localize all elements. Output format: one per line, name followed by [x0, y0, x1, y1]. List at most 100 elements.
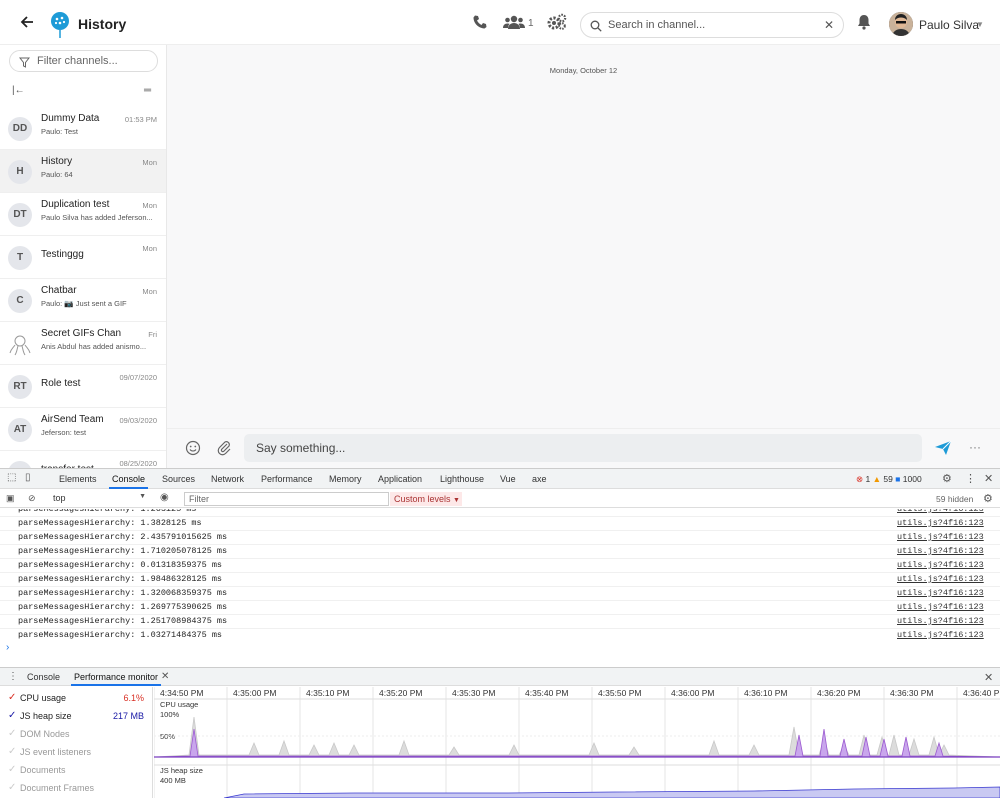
close-devtools-icon[interactable]: ✕ [984, 472, 993, 485]
drawer-tab-performance-monitor[interactable]: Performance monitor [70, 672, 162, 686]
channel-search[interactable]: ✕ [580, 12, 844, 38]
channel-item[interactable]: AT AirSend Team Jeferson: test 09/03/2020 [0, 408, 166, 451]
devtools-tab-sources[interactable]: Sources [162, 474, 195, 484]
perf-metric[interactable]: ✓ DOM Nodes [8, 728, 148, 744]
inspect-element-icon[interactable]: ⬚ [7, 472, 16, 483]
log-source-link[interactable]: utils.js?4f16:123 [897, 616, 984, 626]
user-name[interactable]: Paulo Silva [919, 18, 979, 32]
bell-icon[interactable] [857, 14, 871, 35]
log-source-link[interactable]: utils.js?4f16:123 [897, 560, 984, 570]
channel-item[interactable]: RT Role test 09/07/2020 [0, 365, 166, 408]
checkmark-icon[interactable]: ✓ [8, 728, 16, 739]
log-source-link[interactable]: utils.js?4f16:123 [897, 532, 984, 542]
devtools-tab-memory[interactable]: Memory [329, 474, 362, 484]
channel-item[interactable]: T Testinggg Mon [0, 236, 166, 279]
close-tab-icon[interactable]: ✕ [161, 671, 169, 682]
checkmark-icon[interactable]: ✓ [8, 692, 16, 703]
channel-name: Role test [41, 378, 81, 389]
clear-console-icon[interactable]: ⊘ [28, 493, 36, 504]
devtools-tab-network[interactable]: Network [211, 474, 244, 484]
settings-gears-icon[interactable] [547, 13, 567, 36]
time-label: 4:36:00 PM [671, 688, 714, 698]
context-select[interactable]: top ▼ [47, 492, 151, 505]
gear-icon[interactable]: ⚙ [942, 472, 952, 485]
devtools-tab-console[interactable]: Console [108, 474, 149, 489]
message-input[interactable] [256, 440, 896, 456]
eye-icon[interactable]: ◉ [160, 492, 169, 503]
channel-item[interactable]: Secret GIFs Chan Anis Abdul has added ani… [0, 322, 166, 365]
channel-item[interactable]: DT Duplication test Paulo Silva has added … [0, 193, 166, 236]
checkmark-icon[interactable]: ✓ [8, 782, 16, 793]
console-settings-icon[interactable]: ⚙ [983, 492, 993, 505]
phone-icon[interactable] [472, 14, 488, 35]
channel-preview: Anis Abdul has added anismo... [41, 342, 147, 351]
channel-avatar: DD [8, 117, 32, 141]
channel-item[interactable]: C Chatbar Paulo: 📷 Just sent a GIF Mon [0, 279, 166, 322]
checkmark-icon[interactable]: ✓ [8, 764, 16, 775]
more-options-icon[interactable]: ··· [969, 440, 981, 454]
devtools-tab-application[interactable]: Application [378, 474, 422, 484]
log-source-link[interactable]: utils.js?4f16:123 [897, 574, 984, 584]
drawer-menu-icon[interactable]: ⋮ [8, 671, 18, 682]
devtools-tab-elements[interactable]: Elements [59, 474, 97, 484]
console-counts[interactable]: ⊗ 1 ▲ 59 ■ 1000 [856, 474, 922, 485]
log-source-link[interactable]: utils.js?4f16:123 [897, 630, 984, 639]
collapse-sidebar-icon[interactable]: |← [12, 85, 25, 96]
console-log-row: parseMessagesHierarchy: 1.3828125 ms util… [0, 517, 1000, 531]
kebab-menu-icon[interactable]: ⋮ [965, 472, 976, 485]
search-input[interactable] [608, 17, 818, 33]
back-arrow-icon[interactable] [20, 15, 34, 34]
channel-item[interactable]: DD Dummy Data Paulo: Test 01:53 PM [0, 107, 166, 150]
devtools-tab-axe[interactable]: axe [532, 474, 547, 484]
devtools-tab-lighthouse[interactable]: Lighthouse [440, 474, 484, 484]
channel-title: History [78, 16, 127, 32]
send-icon[interactable] [934, 440, 952, 461]
members-icon[interactable] [503, 14, 525, 35]
console-toolbar: ▣ ⊘ top ▼ ◉ Custom levels ▼ 59 hidden ⚙ [0, 490, 1000, 508]
log-source-link[interactable]: utils.js?4f16:123 [897, 602, 984, 612]
log-source-link[interactable]: utils.js?4f16:123 [897, 518, 984, 528]
user-avatar[interactable] [889, 12, 913, 36]
message-box[interactable] [244, 434, 922, 462]
menu-icon[interactable]: ═ [144, 85, 151, 96]
console-log-row: parseMessagesHierarchy: 2.435791015625 m… [0, 531, 1000, 545]
log-source-link[interactable]: utils.js?4f16:123 [897, 588, 984, 598]
channel-preview: Paulo: Test [41, 127, 78, 136]
filter-channels-input[interactable] [37, 54, 155, 68]
channel-name: Secret GIFs Chan [41, 328, 122, 339]
channel-time: Fri [148, 330, 157, 339]
devtools-tab-vue[interactable]: Vue [500, 474, 516, 484]
channel-filter[interactable] [9, 50, 158, 72]
log-levels-dropdown[interactable]: Custom levels ▼ [390, 492, 462, 506]
channel-preview: Paulo: 📷 Just sent a GIF [41, 299, 127, 308]
close-drawer-icon[interactable]: ✕ [984, 671, 993, 684]
log-source-link[interactable]: utils.js?4f16:123 [897, 546, 984, 556]
perf-metric[interactable]: ✓ Documents [8, 764, 148, 780]
log-source-link[interactable]: utils.js?4f16:123 [897, 509, 984, 514]
emoji-icon[interactable] [185, 440, 201, 461]
devtools-tab-performance[interactable]: Performance [261, 474, 313, 484]
console-filter[interactable] [184, 492, 389, 506]
channel-time: Mon [142, 244, 157, 253]
checkmark-icon[interactable]: ✓ [8, 710, 16, 721]
perf-metric[interactable]: ✓ JS heap size 217 MB [8, 710, 148, 726]
checkmark-icon[interactable]: ✓ [8, 746, 16, 757]
chevron-down-icon[interactable]: ▼ [976, 20, 984, 29]
console-log-row: parseMessagesHierarchy: 1.251708984375 m… [0, 615, 1000, 629]
cpu-usage-area [154, 716, 1000, 758]
chevron-down-icon: ▼ [139, 493, 146, 500]
perf-graph-svg: 4:34:50 PM 4:35:00 PM 4:35:10 PM 4:35:20 PM… [154, 687, 1000, 798]
console-prompt-icon[interactable]: › [6, 642, 9, 653]
channel-item[interactable]: H History Paulo: 64 Mon [0, 150, 166, 193]
metric-label: JS event listeners [20, 747, 92, 757]
perf-metric[interactable]: ✓ CPU usage 6.1% [8, 692, 148, 708]
clear-search-icon[interactable]: ✕ [824, 18, 834, 32]
perf-metric[interactable]: ✓ JS event listeners [8, 746, 148, 762]
attachment-icon[interactable] [216, 440, 232, 461]
console-filter-input[interactable] [185, 493, 375, 505]
channel-avatar: TT [8, 461, 32, 468]
channel-item[interactable]: TTtransfer test08/25/2020 [0, 451, 166, 468]
device-toggle-icon[interactable]: ▯ [25, 472, 31, 483]
sidebar-toggle-icon[interactable]: ▣ [6, 493, 15, 504]
drawer-tab-console[interactable]: Console [27, 672, 60, 682]
